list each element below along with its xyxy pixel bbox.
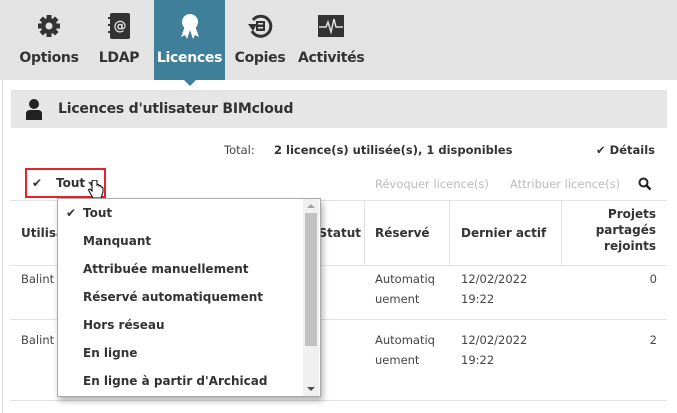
column-header-reserved[interactable]: Réservé [375, 226, 430, 240]
check-icon: ✔ [596, 143, 606, 157]
details-toggle[interactable]: ✔ Détails [596, 143, 655, 157]
revoke-license-button[interactable]: Révoquer licence(s) [375, 177, 489, 191]
filter-value: Tout [56, 176, 86, 190]
time-cell: 19:22 [461, 353, 495, 367]
dropdown-option-tout[interactable]: Tout [83, 206, 112, 220]
column-header-projects[interactable]: Projets partagés rejoints [580, 206, 656, 254]
reserved-cell-cont: uement [375, 292, 420, 306]
dropdown-scrollbar[interactable] [303, 199, 319, 396]
tab-label: Licences [156, 50, 223, 66]
tab-copies[interactable]: Copies [232, 0, 288, 80]
details-label: Détails [609, 143, 655, 157]
tab-activites[interactable]: Activités [298, 0, 365, 80]
column-header-last-active[interactable]: Dernier actif [461, 226, 546, 240]
tab-label: Options [19, 50, 79, 66]
date-cell: 12/02/2022 [461, 272, 528, 286]
reserved-cell: Automatiq [375, 333, 435, 347]
divider [449, 200, 450, 265]
gear-icon [38, 15, 60, 37]
check-icon: ✔ [66, 206, 77, 220]
user-cell: Balint [21, 272, 55, 286]
reserved-cell-cont: uement [375, 353, 420, 367]
tab-label: Activités [298, 50, 365, 66]
filter-dropdown-list: ✔ Tout Manquant Attribuée manuellement R… [57, 198, 321, 397]
tab-licences[interactable]: Licences [154, 0, 225, 86]
top-nav: Options @ LDAP Licences Copies Activités [0, 0, 677, 86]
divider [10, 400, 667, 401]
user-cell: Balint [21, 333, 55, 347]
section-title: Licences d'utlisateur BIMcloud [58, 101, 294, 117]
scrollbar-thumb[interactable] [305, 213, 317, 346]
scroll-up-arrow-icon[interactable] [307, 204, 315, 208]
ribbon-award-icon [180, 14, 199, 39]
divider [561, 200, 562, 265]
total-label: Total: [224, 143, 255, 157]
dropdown-option-en-ligne[interactable]: En ligne [83, 346, 137, 360]
dropdown-option-hors-reseau[interactable]: Hors réseau [83, 318, 165, 332]
address-book-icon: @ [108, 13, 130, 39]
dropdown-option-manquant[interactable]: Manquant [83, 234, 151, 248]
dropdown-option-attribuee[interactable]: Attribuée manuellement [83, 262, 249, 276]
hand-cursor-icon [88, 180, 104, 199]
total-value: 2 licence(s) utilisée(s), 1 disponibles [274, 143, 513, 157]
section-header: Licences d'utlisateur BIMcloud [11, 90, 667, 128]
search-icon[interactable] [638, 177, 652, 191]
activity-monitor-icon [318, 15, 344, 37]
projects-cell: 0 [649, 272, 657, 286]
user-icon [26, 99, 42, 120]
projects-cell: 2 [649, 333, 657, 347]
backup-history-icon [248, 14, 273, 38]
tab-options[interactable]: Options [12, 0, 86, 80]
tab-label: Copies [234, 50, 286, 66]
time-cell: 19:22 [461, 292, 495, 306]
content-border [2, 80, 3, 413]
date-cell: 12/02/2022 [461, 333, 528, 347]
reserved-cell: Automatiq [375, 272, 435, 286]
svg-text:@: @ [114, 19, 127, 34]
dropdown-option-reserve-auto[interactable]: Réservé automatiquement [83, 290, 263, 304]
dropdown-option-en-ligne-archicad[interactable]: En ligne à partir d'Archicad [83, 374, 267, 388]
tab-ldap[interactable]: @ LDAP [90, 0, 148, 80]
scroll-down-arrow-icon[interactable] [307, 387, 315, 391]
check-icon: ✔ [32, 176, 43, 190]
tab-label: LDAP [98, 50, 140, 66]
divider [364, 200, 365, 265]
assign-license-button[interactable]: Attribuer licence(s) [510, 177, 620, 191]
